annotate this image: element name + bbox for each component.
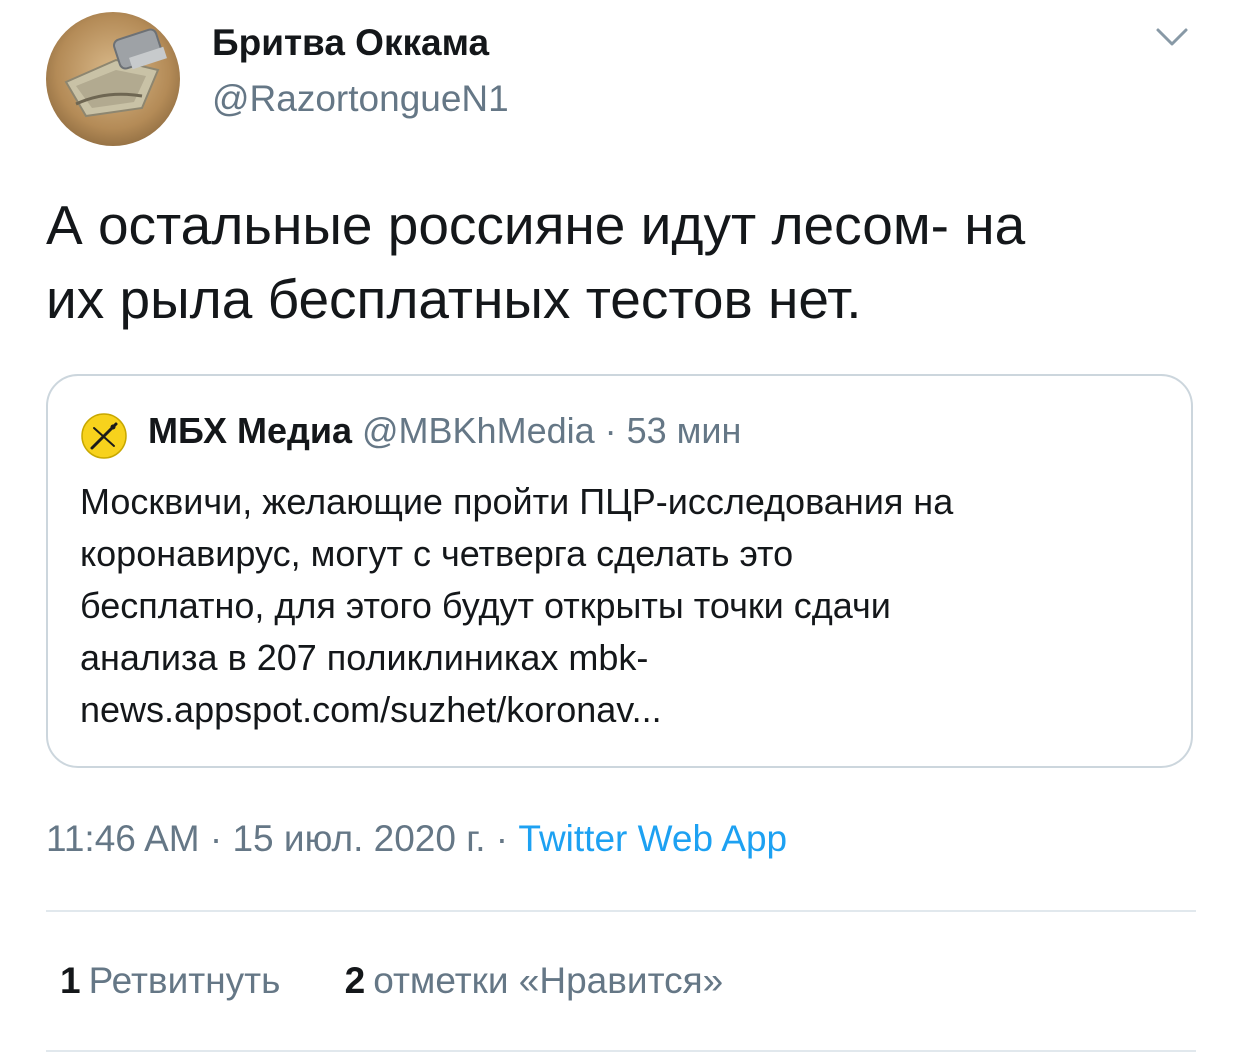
likes-count: 2 [344, 960, 366, 1001]
tweet-timestamp[interactable]: 11:46 AM · 15 июл. 2020 г. · [46, 818, 518, 859]
tweet-text: А остальные россияне идут лесом- на их р… [46, 188, 1196, 336]
razor-blade-photo-icon [46, 12, 180, 146]
quote-author-name[interactable]: МБХ Медиа [148, 410, 352, 451]
mbh-logo-icon[interactable] [80, 412, 128, 460]
quote-text: Москвичи, желающие пройти ПЦР-исследован… [80, 476, 1170, 736]
tweet-meta: 11:46 AM · 15 июл. 2020 г. · Twitter Web… [46, 818, 787, 860]
author-avatar[interactable] [46, 12, 180, 146]
tweet-stats: 1 Ретвитнуть 2 отметки «Нравится» [60, 960, 723, 1002]
tweet-source-link[interactable]: Twitter Web App [518, 818, 787, 859]
author-handle[interactable]: @RazortongueN1 [212, 78, 509, 120]
quote-text-line: коронавирус, могут с четверга сделать эт… [80, 533, 794, 574]
quoted-tweet-card[interactable]: МБХ Медиа @MBKhMedia · 53 мин Москвичи, ж… [46, 374, 1193, 768]
quote-text-line: news.appspot.com/suzhet/koronav... [80, 689, 662, 730]
author-name[interactable]: Бритва Оккама [212, 22, 489, 64]
quote-author-meta: @MBKhMedia · 53 мин [362, 410, 742, 451]
quote-text-line: анализа в 207 поликлиниках mbk- [80, 637, 649, 678]
divider [46, 910, 1196, 912]
quote-header: МБХ Медиа @MBKhMedia · 53 мин [148, 410, 741, 452]
likes-stat[interactable]: 2 отметки «Нравится» [345, 960, 724, 1002]
retweets-stat[interactable]: 1 Ретвитнуть [60, 960, 280, 1002]
tweet-text-line: их рыла бесплатных тестов нет. [46, 268, 862, 330]
tweet-text-line: А остальные россияне идут лесом- на [46, 194, 1026, 256]
quote-text-line: бесплатно, для этого будут открыты точки… [80, 585, 891, 626]
likes-label: отметки «Нравится» [373, 960, 724, 1001]
retweets-label: Ретвитнуть [88, 960, 281, 1001]
quote-text-line: Москвичи, желающие пройти ПЦР-исследован… [80, 481, 954, 522]
divider [46, 1050, 1196, 1052]
retweets-count: 1 [60, 960, 81, 1001]
chevron-down-icon[interactable] [1150, 22, 1194, 52]
